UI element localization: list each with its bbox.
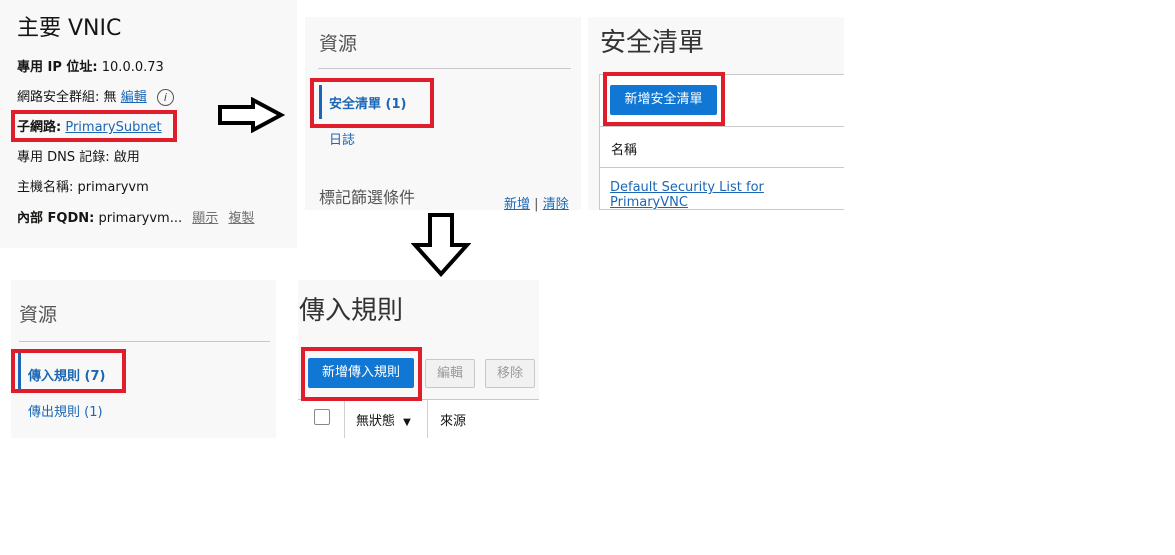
column-divider <box>427 400 428 438</box>
table-header-divider <box>600 126 844 127</box>
stateless-label: 無狀態 <box>356 414 396 429</box>
edit-button[interactable]: 編輯 <box>425 359 475 388</box>
dns-row: 專用 DNS 記錄: 啟用 <box>17 146 140 165</box>
add-ingress-highlight-box <box>301 347 422 401</box>
column-header-name: 名稱 <box>611 143 638 158</box>
divider <box>318 68 571 69</box>
nav-logs[interactable]: 日誌 <box>329 129 355 148</box>
private-ip-label: 專用 IP 位址: <box>17 60 98 75</box>
dns-label: 專用 DNS 記錄: <box>17 150 110 165</box>
vnic-title: 主要 VNIC <box>17 16 122 41</box>
tag-filter-links: 新增 | 清除 <box>504 193 569 212</box>
resources-title: 資源 <box>19 304 58 326</box>
fqdn-label: 內部 FQDN: <box>17 211 95 226</box>
dns-value: 啟用 <box>113 150 140 165</box>
tag-filters-heading: 標記篩選條件 <box>319 188 416 207</box>
create-button-highlight-box <box>603 72 725 126</box>
security-list-link[interactable]: Default Security List for PrimaryVNC <box>610 180 844 210</box>
private-ip-row: 專用 IP 位址: 10.0.0.73 <box>17 56 164 75</box>
security-lists-panel: 安全清單 新增安全清單 名稱 Default Security List for… <box>588 17 844 210</box>
remove-button[interactable]: 移除 <box>485 359 535 388</box>
resources-sidebar-top: 資源 安全清單 (1) 日誌 標記篩選條件 新增 | 清除 <box>305 17 581 212</box>
nsg-row: 網路安全群組: 無 編輯 i <box>17 86 174 106</box>
security-lists-title: 安全清單 <box>600 28 705 58</box>
column-header-source: 來源 <box>440 414 467 429</box>
caret-down-icon: ▼ <box>403 417 411 428</box>
nsg-value: 無 <box>103 90 117 105</box>
add-filter-link[interactable]: 新增 <box>504 197 530 212</box>
ingress-rules-panel: 傳入規則 新增傳入規則 編輯 移除 無狀態 ▼ 來源 <box>298 280 539 438</box>
nsg-edit-link[interactable]: 編輯 <box>121 90 147 105</box>
ingress-rules-highlight-box <box>11 349 126 393</box>
ingress-rules-title: 傳入規則 <box>299 296 404 326</box>
fqdn-row: 內部 FQDN: primaryvm... 顯示 複製 <box>17 207 254 226</box>
fqdn-copy-link[interactable]: 複製 <box>228 211 254 226</box>
nsg-label: 網路安全群組: <box>17 90 100 105</box>
clear-filter-link[interactable]: 清除 <box>543 197 569 212</box>
resources-title: 資源 <box>319 33 358 55</box>
private-ip-value: 10.0.0.73 <box>101 60 164 75</box>
right-arrow-icon <box>218 97 285 133</box>
hostname-label: 主機名稱: <box>17 180 74 195</box>
link-separator: | <box>534 197 539 212</box>
hostname-row: 主機名稱: primaryvm <box>17 176 149 195</box>
info-icon[interactable]: i <box>156 89 174 106</box>
table-row-divider <box>600 167 844 168</box>
column-header-stateless[interactable]: 無狀態 ▼ <box>356 410 411 429</box>
subnet-highlight-box <box>11 110 177 142</box>
nav-egress-rules[interactable]: 傳出規則 (1) <box>28 401 103 420</box>
resources-sidebar-bottom: 資源 傳入規則 (7) 傳出規則 (1) <box>11 280 276 438</box>
select-all-checkbox[interactable] <box>314 409 330 425</box>
down-arrow-icon <box>411 213 471 277</box>
divider <box>19 341 270 342</box>
fqdn-value: primaryvm... <box>98 211 183 226</box>
fqdn-show-link[interactable]: 顯示 <box>192 211 218 226</box>
column-divider <box>344 400 345 438</box>
security-lists-highlight-box <box>310 78 434 128</box>
rules-table-header <box>298 399 539 438</box>
hostname-value: primaryvm <box>77 180 149 195</box>
